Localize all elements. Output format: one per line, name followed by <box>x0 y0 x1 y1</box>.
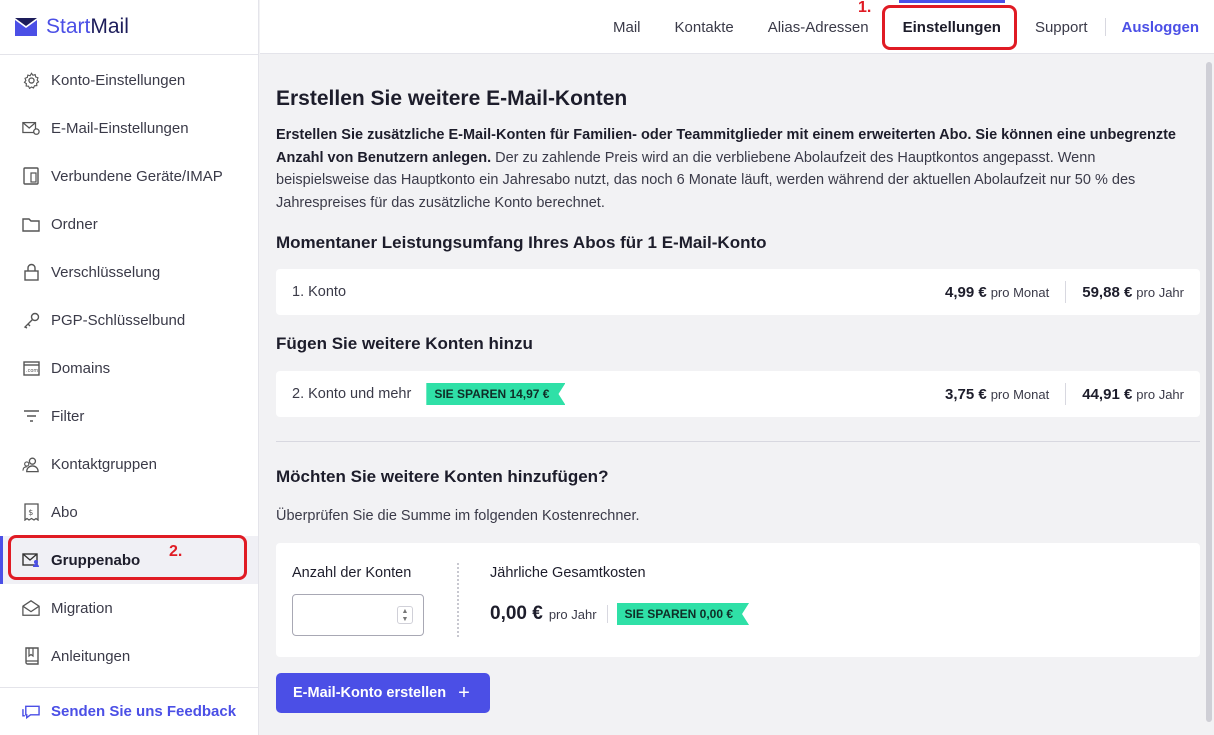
svg-text:$: $ <box>28 508 33 517</box>
devices-icon <box>22 167 40 185</box>
account-count-label: Anzahl der Konten <box>292 565 412 581</box>
page-title: Erstellen Sie weitere E-Mail-Konten <box>276 87 628 110</box>
sidebar-item-pgp[interactable]: PGP-Schlüsselbund <box>0 296 258 344</box>
sidebar-item-label: Ordner <box>51 215 98 233</box>
account-count-input[interactable]: ▲ ▼ <box>292 594 424 636</box>
mail-settings-icon <box>22 119 40 137</box>
sidebar-item-konto-einstellungen[interactable]: Konto-Einstellungen <box>0 56 258 104</box>
contact-groups-icon <box>22 455 40 473</box>
nav-support[interactable]: Support <box>1018 0 1105 54</box>
settings-nav: Konto-Einstellungen E-Mail-Einstellungen… <box>0 56 258 680</box>
monthly-price: 4,99 € pro Monat <box>945 284 1049 301</box>
feedback-link[interactable]: Senden Sie uns Feedback <box>0 687 258 735</box>
section-divider <box>276 441 1200 442</box>
calculator-savings-badge: SIE SPAREN 0,00 € <box>617 603 750 625</box>
total-cost: 0,00 € pro Jahr SIE SPAREN 0,00 € <box>490 603 749 625</box>
total-cost-label: Jährliche Gesamtkosten <box>490 565 646 581</box>
brand-mail: Mail <box>90 15 129 38</box>
subscription-icon: $ <box>22 503 40 521</box>
sidebar-item-kontaktgruppen[interactable]: Kontaktgruppen <box>0 440 258 488</box>
svg-text:.com: .com <box>26 368 38 374</box>
total-cost-value: 0,00 € <box>490 603 543 624</box>
create-email-account-button[interactable]: E-Mail-Konto erstellen + <box>276 673 490 713</box>
annotation-box-einstellungen <box>882 5 1017 50</box>
annotation-box-gruppenabo <box>8 535 247 580</box>
yearly-unit: pro Jahr <box>1136 284 1184 300</box>
feedback-label: Senden Sie uns Feedback <box>51 703 237 720</box>
annotation-number-two: 2. <box>169 543 183 560</box>
monthly-price: 3,75 € pro Monat <box>945 386 1049 403</box>
gear-icon <box>22 71 40 89</box>
sidebar-item-anleitungen[interactable]: Anleitungen <box>0 632 258 680</box>
brand-start: Start <box>46 15 91 38</box>
current-plan-row: 1. Konto 4,99 € pro Monat 59,88 € pro Jahr <box>276 269 1200 315</box>
stepper-down-icon[interactable]: ▼ <box>402 616 409 623</box>
sidebar-item-verschluesselung[interactable]: Verschlüsselung <box>0 248 258 296</box>
plus-icon: + <box>458 682 470 704</box>
monthly-unit: pro Monat <box>990 386 1050 402</box>
savings-badge: SIE SPAREN 14,97 € <box>426 383 565 405</box>
yearly-price: 44,91 € pro Jahr <box>1082 386 1184 403</box>
sidebar-item-email-einstellungen[interactable]: E-Mail-Einstellungen <box>0 104 258 152</box>
top-header: Mail Kontakte Alias-Adressen Einstellung… <box>260 0 1214 54</box>
logout-link[interactable]: Ausloggen <box>1106 0 1214 54</box>
sidebar-item-label: Filter <box>51 407 85 425</box>
key-icon <box>22 311 40 329</box>
sidebar-item-label: Domains <box>51 359 111 377</box>
sidebar-item-ordner[interactable]: Ordner <box>0 200 258 248</box>
total-cost-unit: pro Jahr <box>548 606 597 622</box>
row-label: 2. Konto und mehr <box>292 386 412 402</box>
cost-calculator: Anzahl der Konten ▲ ▼ Jährliche Gesamtkos… <box>276 543 1200 657</box>
filter-icon <box>22 407 40 425</box>
lock-icon <box>22 263 40 281</box>
add-question-heading: Möchten Sie weitere Konten hinzufügen? <box>276 467 609 486</box>
sidebar-item-filter[interactable]: Filter <box>0 392 258 440</box>
sidebar-item-label: Verbundene Geräte/IMAP <box>51 167 223 185</box>
yearly-value: 59,88 € <box>1082 283 1133 301</box>
sidebar-item-abo[interactable]: $ Abo <box>0 488 258 536</box>
startmail-logo[interactable]: Start Mail <box>0 0 258 55</box>
sidebar-item-label: Abo <box>51 503 78 521</box>
monthly-value: 4,99 € <box>944 283 987 301</box>
current-plan-heading: Momentaner Leistungsumfang Ihres Abos fü… <box>276 233 767 252</box>
nav-kontakte[interactable]: Kontakte <box>658 0 751 54</box>
scrollbar-thumb[interactable] <box>1206 62 1212 722</box>
additional-accounts-row: 2. Konto und mehr SIE SPAREN 14,97 € 3,7… <box>276 371 1200 417</box>
book-icon <box>22 647 40 665</box>
sidebar-item-label: Anleitungen <box>51 647 131 665</box>
sidebar-item-geraete-imap[interactable]: Verbundene Geräte/IMAP <box>0 152 258 200</box>
create-button-label: E-Mail-Konto erstellen <box>293 685 447 701</box>
envelope-logo-icon <box>15 18 37 36</box>
sidebar-item-label: Konto-Einstellungen <box>51 71 186 89</box>
intro-text: Erstellen Sie zusätzliche E-Mail-Konten … <box>276 124 1176 214</box>
add-accounts-heading: Fügen Sie weitere Konten hinzu <box>276 334 533 353</box>
chat-bubbles-icon <box>22 703 40 721</box>
calculator-hint: Überprüfen Sie die Summe im folgenden Ko… <box>276 508 640 524</box>
yearly-value: 44,91 € <box>1082 385 1133 403</box>
sidebar-item-label: PGP-Schlüsselbund <box>51 311 186 329</box>
stepper-up-icon[interactable]: ▲ <box>402 608 409 615</box>
yearly-price: 59,88 € pro Jahr <box>1082 284 1184 301</box>
sidebar-item-label: Kontaktgruppen <box>51 455 157 473</box>
migration-icon <box>22 599 40 617</box>
sidebar-item-label: E-Mail-Einstellungen <box>51 119 189 137</box>
row-label: 1. Konto <box>292 284 347 300</box>
monthly-unit: pro Monat <box>990 284 1050 300</box>
domain-icon: .com <box>22 359 40 377</box>
annotation-number-one: 1. <box>858 0 872 16</box>
monthly-value: 3,75 € <box>944 385 987 403</box>
calculator-divider <box>457 563 459 637</box>
sidebar-item-migration[interactable]: Migration <box>0 584 258 632</box>
sidebar-item-label: Migration <box>51 599 113 617</box>
yearly-unit: pro Jahr <box>1136 386 1184 402</box>
nav-mail[interactable]: Mail <box>596 0 658 54</box>
number-stepper[interactable]: ▲ ▼ <box>397 606 413 624</box>
sidebar-item-label: Verschlüsselung <box>51 263 161 281</box>
sidebar-item-domains[interactable]: .com Domains <box>0 344 258 392</box>
folder-icon <box>22 215 40 233</box>
sidebar: Start Mail Konto-Einstellungen E-Mail-Ein… <box>0 0 259 735</box>
main-content: Erstellen Sie weitere E-Mail-Konten Erst… <box>260 55 1204 735</box>
